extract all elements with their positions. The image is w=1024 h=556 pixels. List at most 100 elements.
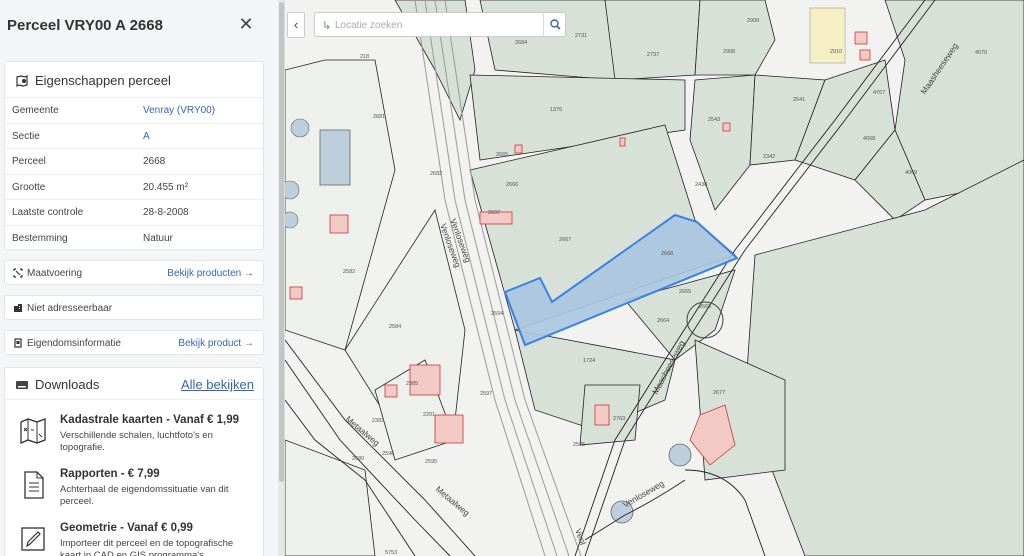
download-title: Geometrie - Vanaf € 0,99: [60, 522, 193, 534]
parcel-label: 2595: [425, 459, 437, 465]
parcel-label: 2681: [373, 114, 385, 120]
parcel-label: 2201: [423, 412, 435, 418]
folded-map-icon: [20, 418, 46, 444]
prop-key: Grootte: [12, 181, 46, 193]
parcel-label: 2541: [793, 97, 805, 103]
download-desc: Verschillende schalen, luchtfoto's en to…: [60, 430, 213, 453]
parcel-label: 2664: [657, 318, 669, 324]
search-input[interactable]: [335, 16, 535, 34]
building: [594, 404, 610, 426]
downloads-all-link[interactable]: Alle bekijken: [181, 377, 254, 392]
map-view[interactable]: 2731 2684 2737 2908 2909 2910 4070 218 2…: [285, 0, 1024, 556]
close-icon[interactable]: ✕: [237, 15, 255, 33]
parcel-label: 5753: [385, 550, 397, 556]
parcel-2737: [604, 0, 701, 81]
page-title: Perceel VRY00 A 2668: [7, 17, 163, 34]
parcel-label: 2909: [747, 18, 759, 24]
properties-card-title: Eigenschappen perceel: [15, 73, 171, 88]
adres-row: Niet adresseerbaar: [4, 295, 264, 320]
parcel-label: 2731: [575, 33, 587, 39]
maatvoering-link[interactable]: Bekijk producten →: [167, 268, 254, 279]
parcel-label: 2383: [372, 418, 384, 424]
building: [434, 414, 464, 444]
parcel-label: 2680: [352, 456, 364, 462]
parcel-label: 2908: [723, 49, 735, 55]
location-arrow-icon: ↳: [322, 20, 332, 32]
parcel-label: 218: [360, 54, 369, 60]
cadastral-map[interactable]: 2731 2684 2737 2908 2909 2910 4070 218 2…: [285, 0, 1024, 556]
download-item-geometrie[interactable]: Geometrie - Vanaf € 0,99 Importeer dit p…: [5, 522, 263, 556]
prop-key: Sectie: [12, 130, 40, 142]
prop-row-bestemming: Bestemming Natuur: [5, 224, 263, 251]
prop-row-gemeente: Gemeente Venray (VRY00): [5, 97, 263, 123]
building: [859, 49, 871, 61]
parcel-label: 1376: [550, 107, 562, 113]
parcel-label: 2438: [695, 182, 707, 188]
building: [854, 31, 868, 45]
parcel-label: 2597: [480, 391, 492, 397]
download-title: Rapporten - € 7,99: [60, 468, 160, 480]
sidebar: Perceel VRY00 A 2668 ✕ Eigenschappen per…: [0, 0, 285, 556]
downloads-title: Downloads: [15, 377, 99, 392]
properties-card: Eigenschappen perceel Gemeente Venray (V…: [4, 61, 264, 250]
prop-row-perceel: Perceel 2668: [5, 148, 263, 174]
building-icon: [14, 304, 22, 312]
prop-value: 2668: [143, 156, 166, 168]
parcel-label: 4070: [975, 50, 987, 56]
parcel-label-selected: 2668: [661, 251, 673, 257]
parcel-label: 2697: [488, 210, 500, 216]
sidebar-scrollbar-thumb[interactable]: [279, 2, 284, 482]
prop-row-sectie: Sectie A: [5, 122, 263, 149]
search-icon: [550, 19, 561, 30]
building: [514, 144, 523, 154]
eigendom-link[interactable]: Bekijk product →: [178, 338, 254, 349]
prop-key: Perceel: [12, 156, 46, 168]
search-button[interactable]: [543, 13, 566, 36]
parcel-label: 2666: [506, 182, 518, 188]
prop-value-link[interactable]: A: [143, 131, 150, 142]
building: [409, 364, 441, 396]
parcel-label: 4069: [905, 170, 917, 176]
location-search[interactable]: ↳: [314, 12, 566, 37]
parcel-label: 2543: [708, 117, 720, 123]
download-title: Kadastrale kaarten - Vanaf € 1,99: [60, 414, 239, 426]
prop-value: 28-8-2008: [143, 207, 189, 219]
building: [384, 384, 398, 398]
parcel-label: 1724: [583, 358, 595, 364]
building: [722, 122, 731, 132]
prop-key: Bestemming: [12, 232, 68, 244]
measure-icon: [13, 268, 23, 278]
prop-value: Natuur: [143, 232, 174, 244]
download-item-rapporten[interactable]: Rapporten - € 7,99 Achterhaal de eigendo…: [5, 468, 263, 520]
parcel-label: 2666: [699, 304, 711, 310]
prop-row-grootte: Grootte 20.455 m²: [5, 173, 263, 200]
parcel-label: 2667: [559, 237, 571, 243]
parcel-label: 2737: [647, 52, 659, 58]
download-item-kadastrale-kaarten[interactable]: Kadastrale kaarten - Vanaf € 1,99 Versch…: [5, 414, 263, 466]
properties-title-text: Eigenschappen perceel: [35, 73, 171, 88]
download-desc: Importeer dit perceel en de topografisch…: [60, 538, 234, 556]
parcel-label: 2575: [573, 442, 585, 448]
sidebar-header: Perceel VRY00 A 2668 ✕: [0, 0, 278, 52]
building: [289, 286, 303, 300]
parcel-label: 2684: [515, 40, 527, 46]
report-icon: [24, 471, 44, 499]
divider: [5, 399, 263, 400]
eigendom-row: Eigendomsinformatie Bekijk product →: [4, 330, 264, 355]
prop-value: 20.455 m²: [143, 181, 189, 193]
building: [329, 214, 349, 234]
parcel-label: 2596: [382, 451, 394, 457]
collapse-sidebar-button[interactable]: ‹: [287, 12, 305, 38]
parcel-label: 2682: [430, 171, 442, 177]
downloads-title-text: Downloads: [35, 377, 100, 392]
eigendom-label: Eigendomsinformatie: [27, 338, 121, 349]
parcel-label: 2582: [343, 269, 355, 275]
map-marker-icon: [16, 74, 28, 87]
parcel-label: 2910: [830, 49, 842, 55]
parcel-label: 2665: [679, 289, 691, 295]
prop-value-link[interactable]: Venray (VRY00): [143, 105, 215, 116]
prop-key: Gemeente: [12, 105, 59, 116]
properties-table: Gemeente Venray (VRY00) Sectie A Perceel…: [5, 97, 263, 251]
parcel-label: 2594: [491, 311, 503, 317]
pencil-icon: [21, 527, 45, 551]
